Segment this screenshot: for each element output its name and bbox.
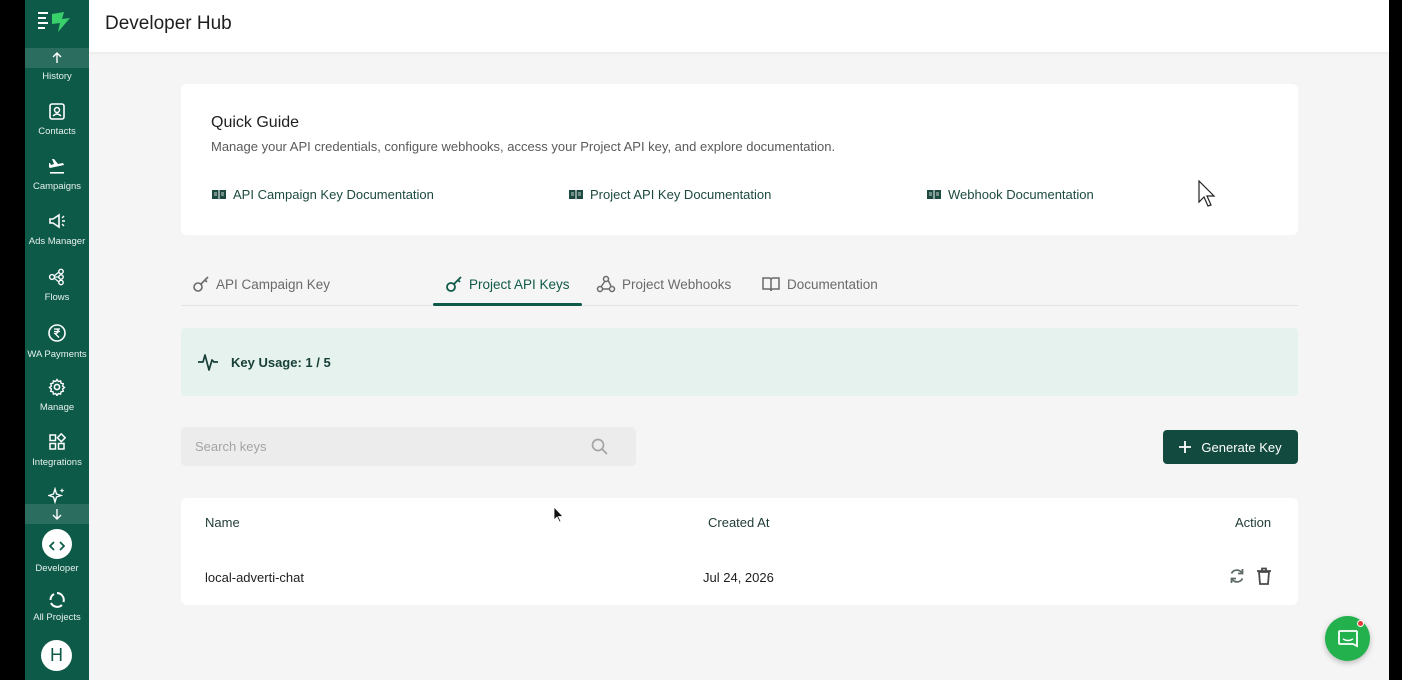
page-title: Developer Hub <box>105 13 232 34</box>
tab-documentation[interactable]: Documentation <box>751 264 888 304</box>
chat-support-button[interactable] <box>1325 616 1370 661</box>
sidebar-scroll-down[interactable] <box>25 504 89 524</box>
plus-icon <box>1179 441 1192 453</box>
rupee-icon <box>48 324 66 342</box>
contacts-icon <box>49 103 65 120</box>
header: Developer Hub <box>89 0 1389 52</box>
column-header-action: Action <box>1235 515 1272 530</box>
sidebar-item-all-projects[interactable]: All Projects <box>25 587 89 641</box>
brand-logo[interactable] <box>36 8 76 34</box>
generate-key-label: Generate Key <box>1201 439 1282 455</box>
webhook-icon <box>596 275 616 293</box>
sidebar-item-manage[interactable]: Manage <box>25 374 89 428</box>
sidebar-item-label: History <box>42 71 72 82</box>
link-label: Webhook Documentation <box>948 187 1094 202</box>
sidebar: History Contacts Campaigns Ads Manager F… <box>25 0 89 680</box>
arrow-up-icon <box>52 52 62 63</box>
flows-icon <box>48 268 64 286</box>
column-header-name: Name <box>205 515 240 530</box>
app-window: History Contacts Campaigns Ads Manager F… <box>0 0 1402 680</box>
tab-project-webhooks[interactable]: Project Webhooks <box>586 264 741 304</box>
tab-label: Project API Keys <box>469 276 570 292</box>
sidebar-item-label: Contacts <box>38 126 76 137</box>
mouse-cursor-icon <box>1198 180 1216 207</box>
search-box <box>181 427 636 466</box>
delete-icon[interactable] <box>1255 566 1273 586</box>
key-usage-banner: Key Usage: 1 / 5 <box>181 328 1298 396</box>
sidebar-item-contacts[interactable]: Contacts <box>25 98 89 152</box>
search-icon[interactable] <box>590 437 609 456</box>
generate-key-button[interactable]: Generate Key <box>1163 430 1298 464</box>
sidebar-item-developer[interactable]: Developer <box>25 529 89 583</box>
key-icon <box>446 276 462 292</box>
book-icon <box>212 190 226 200</box>
key-icon <box>193 276 209 292</box>
tab-label: Project Webhooks <box>622 276 732 292</box>
tab-api-campaign-key[interactable]: API Campaign Key <box>182 264 340 304</box>
sidebar-item-label: WA Payments <box>27 349 87 360</box>
sidebar-item-label: Flows <box>44 292 70 303</box>
sidebar-item-label: Campaigns <box>32 181 82 192</box>
quick-guide-description: Manage your API credentials, configure w… <box>211 139 836 154</box>
megaphone-icon <box>49 213 65 229</box>
notification-dot <box>1357 620 1364 627</box>
window-edge <box>1389 0 1402 680</box>
sidebar-item-ads-manager[interactable]: Ads Manager <box>25 208 89 262</box>
sidebar-scroll-up[interactable] <box>25 48 89 68</box>
book-icon <box>569 190 583 200</box>
sidebar-item-label: Integrations <box>32 457 82 468</box>
sidebar-item-label: Manage <box>39 402 75 413</box>
arrow-down-icon <box>52 509 62 520</box>
keys-table: Name Created At Action local-adverti-cha… <box>181 498 1298 605</box>
gear-icon <box>48 378 66 396</box>
mouse-cursor-icon <box>553 506 564 523</box>
sidebar-item-wa-payments[interactable]: WA Payments <box>25 319 89 373</box>
row-actions <box>1227 566 1281 586</box>
webhook-doc-link[interactable]: Webhook Documentation <box>926 187 1094 202</box>
sidebar-item-flows[interactable]: Flows <box>25 264 89 318</box>
sidebar-item-label: Developer <box>35 563 79 574</box>
sidebar-item-label: All Projects <box>33 612 81 623</box>
sidebar-item-label: Ads Manager <box>28 236 86 247</box>
quick-guide-card: Quick Guide Manage your API credentials,… <box>181 84 1298 235</box>
sidebar-item-integrations[interactable]: Integrations <box>25 429 89 483</box>
sidebar-item-campaigns[interactable]: Campaigns <box>25 153 89 207</box>
search-input[interactable] <box>181 427 581 466</box>
grid-icon <box>49 433 66 450</box>
refresh-icon[interactable] <box>1227 566 1247 586</box>
column-header-created-at: Created At <box>708 515 770 530</box>
link-label: Project API Key Documentation <box>590 187 772 202</box>
tab-project-api-keys[interactable]: Project API Keys <box>433 264 582 306</box>
quick-guide-title: Quick Guide <box>211 114 300 131</box>
link-label: API Campaign Key Documentation <box>233 187 434 202</box>
projects-icon <box>49 592 65 608</box>
code-icon <box>42 529 72 559</box>
key-usage-text: Key Usage: 1 / 5 <box>231 354 331 370</box>
created-at-cell: Jul 24, 2026 <box>703 570 774 585</box>
tab-bar: API Campaign Key Project API Keys Projec… <box>181 264 1298 306</box>
activity-icon <box>198 354 218 371</box>
chat-icon <box>1337 629 1358 647</box>
plane-icon <box>49 159 64 174</box>
tab-label: API Campaign Key <box>216 276 331 292</box>
tab-label: Documentation <box>787 276 878 292</box>
key-name-cell: local-adverti-chat <box>205 570 304 585</box>
open-book-icon <box>762 277 780 292</box>
avatar[interactable]: H <box>41 640 72 671</box>
api-campaign-key-doc-link[interactable]: API Campaign Key Documentation <box>211 187 434 202</box>
main-content: Developer Hub Quick Guide Manage your AP… <box>89 0 1389 680</box>
book-icon <box>927 190 941 200</box>
project-api-key-doc-link[interactable]: Project API Key Documentation <box>568 187 771 202</box>
